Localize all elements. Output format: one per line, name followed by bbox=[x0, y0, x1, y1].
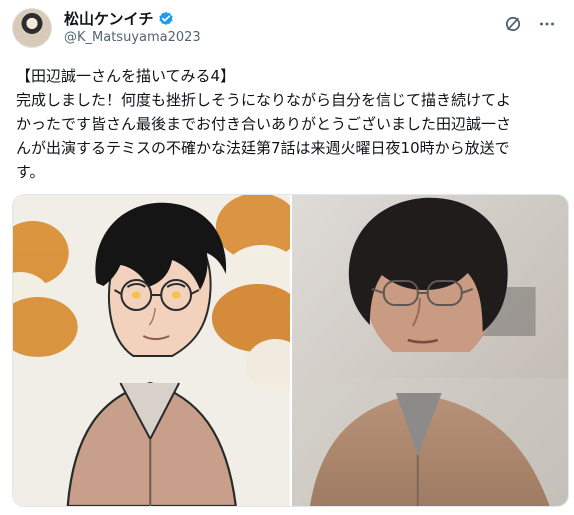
tweet-text-line: 【田辺誠一さんを描いてみる4】 bbox=[16, 67, 236, 85]
name-row: 松山ケンイチ bbox=[64, 11, 201, 28]
tweet-header: 松山ケンイチ @K_Matsuyama2023 bbox=[12, 6, 562, 50]
illustration-image[interactable] bbox=[13, 195, 290, 506]
photo-image[interactable] bbox=[291, 195, 568, 506]
tweet-text-line: 完成しました！何度も挫折しそうになりながら自分を信じて描き続けてよ bbox=[16, 91, 512, 109]
tweet-text-line: んが出演するテミスの不確かな法廷第7話は来週火曜日夜10時から放送で bbox=[16, 139, 510, 157]
tweet-card: 松山ケンイチ @K_Matsuyama2023 【田辺誠一さんを描いてみる4】 … bbox=[0, 0, 574, 515]
avatar[interactable] bbox=[12, 8, 52, 48]
tweet-text: 【田辺誠一さんを描いてみる4】 完成しました！何度も挫折しそうになりながら自分を… bbox=[16, 64, 564, 184]
display-name[interactable]: 松山ケンイチ bbox=[64, 11, 154, 28]
verified-badge-icon bbox=[158, 11, 174, 27]
author-handle[interactable]: @K_Matsuyama2023 bbox=[64, 30, 201, 45]
grok-icon[interactable] bbox=[502, 13, 524, 35]
tweet-text-line: す。 bbox=[16, 163, 45, 181]
more-icon[interactable] bbox=[536, 13, 558, 35]
tweet-media[interactable] bbox=[12, 194, 569, 507]
author-meta: 松山ケンイチ @K_Matsuyama2023 bbox=[64, 11, 201, 45]
header-actions bbox=[502, 13, 558, 35]
tweet-text-line: かったです皆さん最後までお付き合いありがとうございました田辺誠一さ bbox=[16, 115, 512, 133]
